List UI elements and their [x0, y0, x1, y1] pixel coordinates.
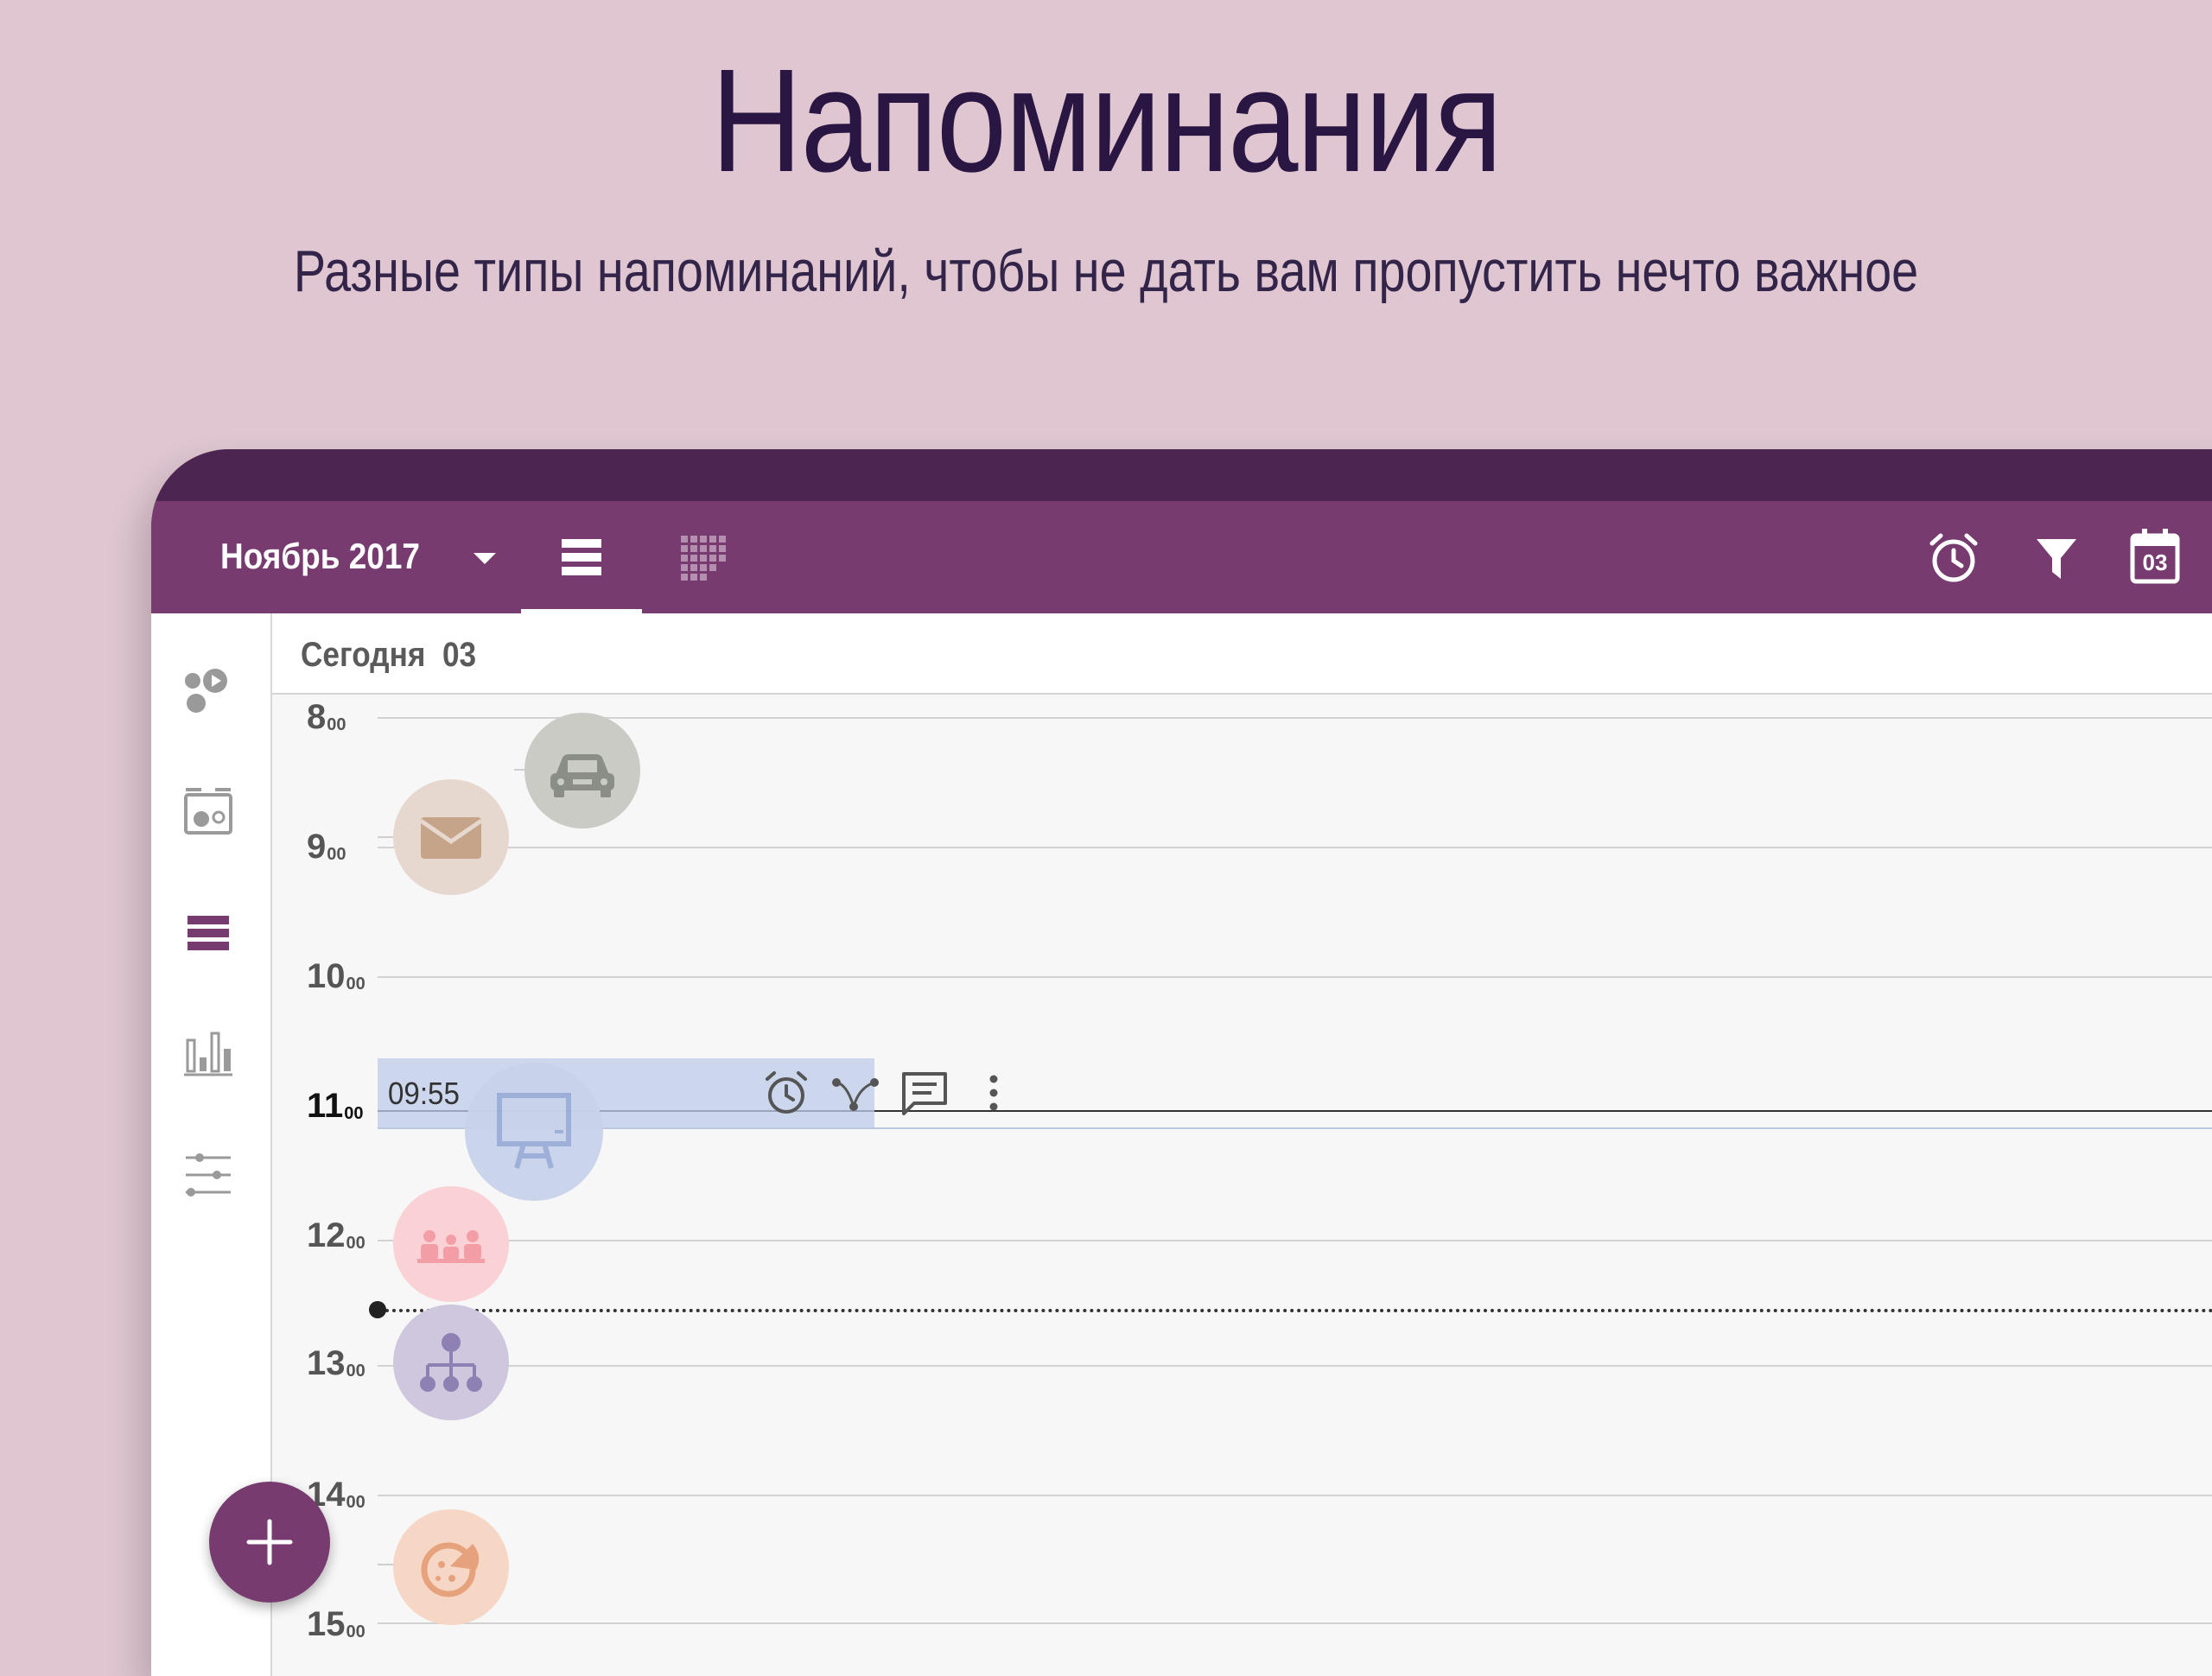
hour-label: 1000 — [307, 957, 365, 995]
hour-line — [378, 1495, 2212, 1496]
hour-label: 1200 — [307, 1216, 365, 1254]
plus-icon — [246, 1519, 293, 1565]
hour-line — [378, 976, 2212, 978]
promo-title: Напоминания — [710, 39, 1503, 203]
event-presentation[interactable] — [465, 1063, 603, 1201]
nav-item-settings[interactable] — [182, 1149, 234, 1201]
nav-item-day-view[interactable] — [182, 907, 234, 959]
app-toolbar: Ноябрь 2017 03 — [151, 501, 2212, 613]
hour-label: 1500 — [307, 1605, 365, 1643]
alarm-icon[interactable] — [760, 1067, 812, 1119]
event-hierarchy[interactable] — [393, 1305, 509, 1420]
nav-item-activities[interactable] — [182, 665, 234, 717]
calendar-badge: 03 — [2142, 549, 2168, 575]
day-header-label: Сегодня 03 — [301, 636, 476, 675]
event-meeting[interactable] — [393, 1186, 509, 1302]
presentation-icon — [497, 1093, 571, 1169]
tab-list-view[interactable] — [521, 501, 642, 613]
hour-label: 800 — [307, 698, 346, 736]
hour-line — [378, 847, 2212, 848]
hierarchy-icon — [420, 1333, 482, 1392]
promo-subtitle: Разные типы напоминаний, чтобы не дать в… — [293, 238, 1919, 304]
event-pizza[interactable] — [393, 1509, 509, 1625]
reminder-time: 09:55 — [388, 1076, 460, 1111]
hour-label: 1300 — [307, 1344, 365, 1382]
month-selector[interactable]: Ноябрь 2017 — [220, 536, 420, 577]
dropdown-caret-icon[interactable] — [474, 553, 496, 564]
filter-icon[interactable] — [2035, 536, 2078, 582]
categories-icon — [184, 788, 232, 835]
hour-line — [378, 1365, 2212, 1367]
comment-icon[interactable] — [899, 1067, 950, 1119]
current-time-line — [372, 1309, 2212, 1312]
add-reminder-button[interactable] — [209, 1482, 330, 1603]
mail-icon — [419, 817, 483, 859]
hour-line — [378, 717, 2212, 719]
settings-icon — [186, 1153, 231, 1197]
grid-view-icon — [681, 536, 726, 581]
more-vert-icon[interactable] — [968, 1067, 1020, 1119]
list-view-icon — [562, 539, 601, 575]
event-mail[interactable] — [393, 779, 509, 895]
route-icon[interactable] — [830, 1067, 881, 1119]
activities-icon — [185, 669, 227, 713]
nav-item-statistics[interactable] — [182, 1028, 234, 1080]
calendar-today-button[interactable]: 03 — [2130, 527, 2180, 584]
current-time-dot — [369, 1301, 386, 1318]
nav-item-categories[interactable] — [182, 786, 234, 838]
hour-line — [378, 1240, 2212, 1241]
day-view: Сегодня 03 800 900 1000 1100 1200 1300 1… — [151, 613, 2212, 1676]
event-car[interactable] — [524, 713, 640, 828]
day-header: Сегодня 03 — [272, 613, 2212, 695]
car-icon — [550, 754, 614, 797]
today-label: Сегодня — [301, 636, 426, 674]
hour-label-current: 1100 — [307, 1087, 364, 1125]
pizza-icon — [421, 1542, 480, 1597]
statistics-icon — [184, 1032, 232, 1076]
day-view-icon — [188, 916, 229, 950]
hour-label: 900 — [307, 828, 346, 866]
hour-line — [378, 1622, 2212, 1624]
tab-grid-view[interactable] — [642, 501, 763, 613]
active-reminder-underline — [378, 1127, 2212, 1129]
today-date: 03 — [442, 636, 477, 674]
meeting-icon — [417, 1230, 485, 1263]
tablet-frame: Ноябрь 2017 03 Сегодня 03 800 900 1000 1… — [151, 449, 2212, 1676]
alarm-icon[interactable] — [1927, 531, 1980, 585]
